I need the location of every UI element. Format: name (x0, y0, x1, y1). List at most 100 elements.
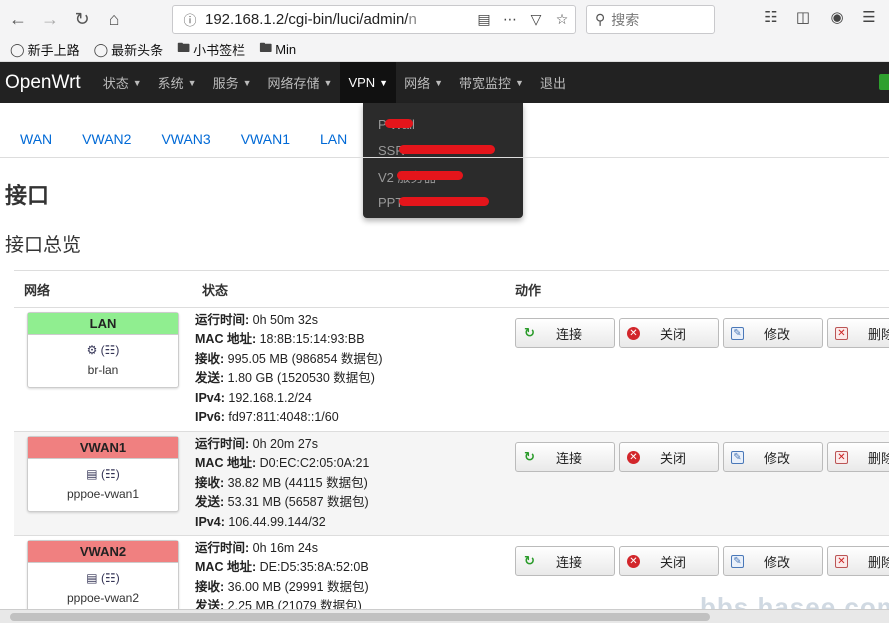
library-icon[interactable]: ☷ (760, 8, 782, 26)
header-network: 网络 (24, 282, 51, 298)
address-bar[interactable]: ⓘ 192.168.1.2/cgi-bin/luci/admin/n ▤ ⋯ ▽… (172, 5, 576, 34)
edit-button[interactable]: ✎ 修改 (723, 318, 823, 348)
back-arrow-icon[interactable]: ← (4, 5, 32, 33)
bookmark-item[interactable]: ◯ 最新头条 (94, 40, 164, 59)
openwrt-navbar: OpenWrt 状态 ▼ 系统 ▼ 服务 ▼ 网络存储 ▼ VPN ▼ 网络 ▼ 带宽监控 ▼… (0, 62, 889, 103)
tab-wan[interactable]: WAN (20, 124, 52, 157)
menu-bandwidth[interactable]: 带宽监控 ▼ (451, 62, 532, 103)
delete-button[interactable]: ✕ 删除 (827, 442, 889, 472)
more-actions-icon[interactable]: ⋯ (497, 11, 523, 28)
menu-logout[interactable]: 退出 (532, 62, 574, 103)
interface-status: 运行时间: 0h 16m 24s MAC 地址: DE:D5:35:8A:52:… (195, 541, 369, 614)
dropdown-item[interactable]: PPT (363, 189, 523, 215)
edit-button[interactable]: ✎ 修改 (723, 546, 823, 576)
header-status: 状态 (202, 282, 229, 298)
stop-icon: ✕ (627, 326, 640, 340)
interfaces-table: 网络 状态 动作 LAN ⚙ (☷) br-lan 运行时间: 0h 50m 3… (14, 270, 889, 616)
stop-button[interactable]: ✕ 关闭 (619, 546, 719, 576)
section-title: 接口总览 (5, 235, 82, 256)
stop-icon: ✕ (627, 450, 640, 464)
ppp-interface-icon: ▤ (☷) (86, 467, 120, 481)
account-icon[interactable]: ◉ (826, 8, 848, 26)
menu-network[interactable]: 网络 ▼ (396, 62, 451, 103)
ppp-interface-icon: ▤ (☷) (86, 571, 120, 585)
stop-icon: ✕ (627, 554, 640, 568)
edit-button[interactable]: ✎ 修改 (723, 442, 823, 472)
reload-icon[interactable]: ↻ (68, 5, 96, 33)
redaction-mark (399, 197, 489, 206)
table-header: 网络 状态 动作 (14, 270, 889, 308)
device-name: pppoe-vwan1 (66, 487, 140, 501)
delete-icon: ✕ (835, 450, 848, 464)
menu-nas[interactable]: 网络存储 ▼ (260, 62, 341, 103)
search-icon: ⚲ (595, 11, 606, 27)
row-actions: ↻ 连接 ✕ 关闭 ✎ 修改 ✕ 删除 (515, 546, 889, 576)
connect-button[interactable]: ↻ 连接 (515, 442, 615, 472)
delete-button[interactable]: ✕ 删除 (827, 318, 889, 348)
network-name: VWAN1 (28, 437, 178, 459)
device-name: pppoe-vwan2 (66, 591, 140, 605)
stop-button[interactable]: ✕ 关闭 (619, 442, 719, 472)
folder-icon: 🖿 (259, 39, 273, 55)
menu-icon[interactable]: ☰ (858, 8, 880, 26)
brand-logo[interactable]: OpenWrt (5, 72, 81, 94)
refresh-icon: ↻ (524, 449, 535, 464)
menu-system[interactable]: 系统 ▼ (150, 62, 205, 103)
device-name: br-lan (87, 363, 119, 377)
scrollbar-thumb[interactable] (10, 613, 710, 621)
caret-down-icon: ▼ (242, 77, 252, 88)
interface-status: 运行时间: 0h 20m 27s MAC 地址: D0:EC:C2:05:0A:… (195, 437, 370, 529)
sidebar-icon[interactable]: ◫ (792, 8, 814, 26)
vpn-dropdown: P Wall SSR V2 服务器 PPT (363, 103, 523, 218)
network-badge: LAN ⚙ (☷) br-lan (27, 312, 179, 388)
pocket-icon[interactable]: ▽ (523, 11, 549, 28)
caret-down-icon: ▼ (515, 77, 524, 88)
search-input[interactable]: ⚲ 搜索 (586, 5, 715, 34)
bookmark-item[interactable]: ◯ 新手上路 (10, 40, 80, 59)
connect-button[interactable]: ↻ 连接 (515, 546, 615, 576)
tab-vwan2[interactable]: VWAN2 (82, 124, 131, 157)
delete-icon: ✕ (835, 554, 848, 568)
tab-lan[interactable]: LAN (320, 124, 347, 157)
network-name: VWAN2 (28, 541, 178, 563)
header-actions: 动作 (515, 282, 542, 298)
caret-down-icon: ▼ (132, 77, 142, 88)
refresh-icon: ↻ (524, 553, 535, 568)
forward-arrow-icon[interactable]: → (36, 5, 64, 33)
bookmark-folder[interactable]: 🖿 Min (259, 39, 296, 61)
table-row: LAN ⚙ (☷) br-lan 运行时间: 0h 50m 32s MAC 地址… (14, 308, 889, 432)
reader-view-icon[interactable]: ▤ (471, 11, 497, 28)
edit-icon: ✎ (731, 554, 744, 568)
delete-button[interactable]: ✕ 删除 (827, 546, 889, 576)
caret-down-icon: ▼ (379, 77, 389, 88)
status-indicator (879, 74, 889, 90)
caret-down-icon: ▼ (434, 77, 444, 88)
refresh-icon: ↻ (524, 325, 535, 340)
table-row: VWAN1 ▤ (☷) pppoe-vwan1 运行时间: 0h 20m 27s… (14, 432, 889, 536)
url-text[interactable]: 192.168.1.2/cgi-bin/luci/admin/n (201, 11, 471, 28)
info-icon[interactable]: ⓘ (179, 10, 201, 29)
bookmarks-bar: ◯ 新手上路 ◯ 最新头条 🖿 小书签栏 🖿 Min (0, 38, 889, 62)
edit-icon: ✎ (731, 450, 744, 464)
globe-icon: ◯ (10, 41, 25, 57)
search-placeholder: 搜索 (611, 11, 640, 28)
menu-services[interactable]: 服务 ▼ (205, 62, 260, 103)
home-icon[interactable]: ⌂ (100, 5, 128, 33)
main-menu: 状态 ▼ 系统 ▼ 服务 ▼ 网络存储 ▼ VPN ▼ 网络 ▼ 带宽监控 ▼ 退出 (95, 62, 574, 103)
folder-icon: 🖿 (177, 39, 191, 55)
tab-vwan1[interactable]: VWAN1 (241, 124, 290, 157)
redaction-mark (397, 171, 463, 180)
connect-button[interactable]: ↻ 连接 (515, 318, 615, 348)
tab-vwan3[interactable]: VWAN3 (161, 124, 210, 157)
bridge-port-icon: ⚙ (☷) (86, 343, 120, 357)
bookmark-folder[interactable]: 🖿 小书签栏 (177, 39, 245, 61)
dropdown-item[interactable]: V2 服务器 (363, 163, 523, 189)
menu-vpn[interactable]: VPN ▼ (340, 62, 397, 103)
bookmark-star-icon[interactable]: ☆ (549, 11, 575, 28)
network-name: LAN (28, 313, 178, 335)
stop-button[interactable]: ✕ 关闭 (619, 318, 719, 348)
delete-icon: ✕ (835, 326, 848, 340)
caret-down-icon: ▼ (187, 77, 197, 88)
menu-status[interactable]: 状态 ▼ (95, 62, 150, 103)
horizontal-scrollbar[interactable] (0, 609, 889, 623)
